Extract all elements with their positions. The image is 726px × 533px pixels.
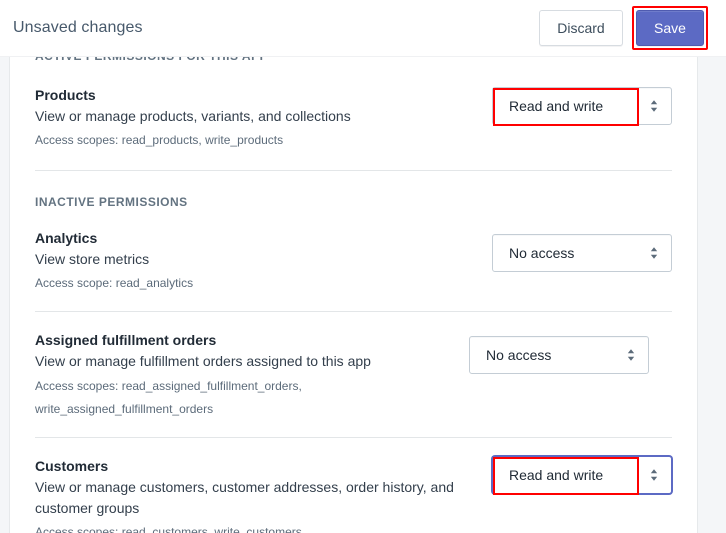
access-select-value: No access	[486, 347, 552, 363]
permission-row-customers: Customers View or manage customers, cust…	[10, 438, 697, 533]
permission-description: View or manage customers, customer addre…	[35, 479, 454, 516]
chevron-updown-icon	[614, 348, 648, 362]
access-select-value: Read and write	[509, 467, 604, 483]
permission-description: View or manage products, variants, and c…	[35, 108, 351, 124]
permission-scopes: Access scopes: read_products, write_prod…	[35, 133, 284, 147]
permissions-card: ACTIVE PERMISSIONS FOR THIS APP Products…	[9, 57, 698, 533]
permission-text-assigned-fulfillment-orders: Assigned fulfillment orders View or mana…	[35, 330, 469, 421]
permission-text-analytics: Analytics View store metrics Access scop…	[35, 228, 492, 293]
access-select-products[interactable]: Read and write	[492, 87, 672, 126]
permission-text-products: Products View or manage products, varian…	[35, 85, 492, 150]
permission-control-products: Read and write	[492, 85, 672, 126]
permissions-card-scroll-content: ACTIVE PERMISSIONS FOR THIS APP Products…	[10, 57, 697, 533]
permission-scopes: Access scope: read_analytics	[35, 276, 194, 290]
permission-description: View store metrics	[35, 251, 150, 267]
access-select-assigned-fulfillment-orders[interactable]: No access	[469, 336, 649, 374]
permission-title: Products	[35, 87, 96, 103]
access-select-value: Read and write	[509, 98, 604, 114]
permission-row-analytics: Analytics View store metrics Access scop…	[10, 211, 697, 311]
permission-description: View or manage fulfillment orders assign…	[35, 353, 371, 369]
permission-row-products: Products View or manage products, varian…	[10, 65, 697, 170]
access-select-customers[interactable]: Read and write	[492, 456, 672, 495]
section-header-active: ACTIVE PERMISSIONS FOR THIS APP	[10, 57, 697, 65]
section-header-inactive: INACTIVE PERMISSIONS	[35, 195, 188, 209]
access-select-value: No access	[509, 245, 575, 261]
permission-title: Assigned fulfillment orders	[35, 332, 217, 348]
discard-button[interactable]: Discard	[539, 10, 623, 46]
permission-row-assigned-fulfillment-orders: Assigned fulfillment orders View or mana…	[10, 312, 697, 437]
access-select-analytics[interactable]: No access	[492, 234, 672, 272]
contextual-save-bar: Unsaved changes Discard Save	[0, 0, 726, 57]
permission-title: Customers	[35, 458, 109, 474]
permission-scopes: Access scopes: read_assigned_fulfillment…	[35, 379, 302, 416]
save-button-container: Save	[632, 6, 708, 50]
chevron-updown-icon	[637, 468, 671, 482]
chevron-updown-icon	[637, 99, 671, 113]
save-button[interactable]: Save	[636, 10, 704, 46]
permission-control-customers: Read and write	[492, 456, 672, 495]
chevron-updown-icon	[637, 246, 671, 260]
save-bar-title: Unsaved changes	[13, 19, 143, 36]
permission-scopes: Access scopes: read_customers, write_cus…	[35, 525, 302, 533]
permission-control-assigned-fulfillment-orders: No access	[469, 330, 649, 374]
permission-title: Analytics	[35, 230, 98, 246]
save-bar-actions: Discard Save	[539, 6, 708, 50]
permission-control-analytics: No access	[492, 228, 672, 272]
permission-text-customers: Customers View or manage customers, cust…	[35, 456, 492, 533]
